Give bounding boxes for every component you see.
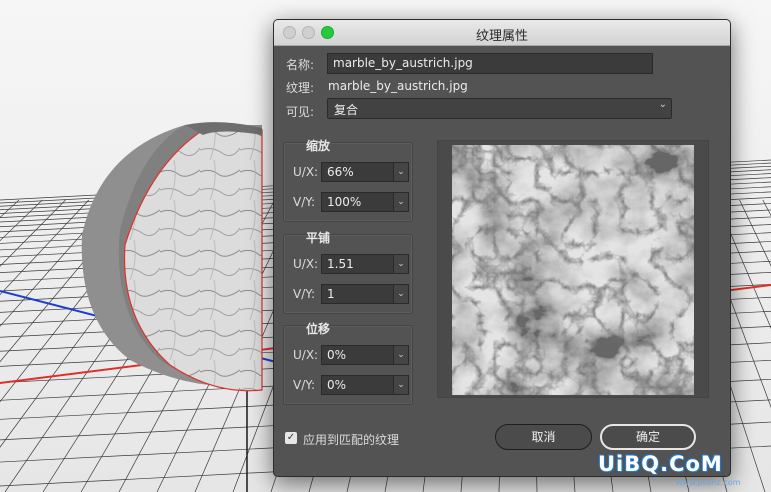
ok-button[interactable]: 确定 — [600, 424, 696, 450]
marble-texture-image — [452, 145, 694, 395]
offset-v-value: 0% — [327, 378, 347, 392]
scale-v-value: 100% — [327, 195, 362, 209]
site-watermark: UiBQ.CoM — [598, 452, 723, 476]
scale-v-label: V/Y: — [293, 195, 316, 209]
offset-v-label: V/Y: — [293, 378, 316, 392]
texture-preview — [437, 140, 709, 398]
chevron-down-icon[interactable]: ⌄ — [393, 255, 408, 273]
site-watermark-url: www.psahz.com — [676, 478, 741, 487]
offset-v-combo[interactable]: 0% ⌄ — [321, 375, 409, 395]
name-input[interactable]: marble_by_austrich.jpg — [327, 53, 653, 74]
apply-to-matching-checkbox[interactable]: ✓ — [285, 432, 297, 444]
tile-u-value: 1.51 — [327, 257, 354, 271]
scale-v-combo[interactable]: 100% ⌄ — [321, 192, 409, 212]
visible-select-value: 复合 — [334, 103, 359, 117]
texture-value: marble_by_austrich.jpg — [328, 79, 468, 93]
scale-group: 缩放 U/X: 66% ⌄ V/Y: 100% ⌄ — [283, 139, 413, 222]
scale-u-value: 66% — [327, 165, 354, 179]
chevron-down-icon[interactable]: ⌄ — [393, 346, 408, 364]
dialog-title: 纹理属性 — [475, 29, 528, 44]
tile-group: 平铺 U/X: 1.51 ⌄ V/Y: 1 ⌄ — [283, 231, 413, 314]
chevron-down-icon[interactable]: ⌄ — [393, 285, 408, 303]
cancel-button[interactable]: 取消 — [495, 424, 592, 450]
offset-u-label: U/X: — [293, 348, 319, 362]
chevron-down-icon: ⌄ — [658, 99, 667, 110]
apply-to-matching-label[interactable]: 应用到匹配的纹理 — [303, 431, 399, 448]
visible-select[interactable]: 复合 ⌄ — [327, 98, 672, 119]
tile-u-combo[interactable]: 1.51 ⌄ — [321, 254, 409, 274]
scale-u-combo[interactable]: 66% ⌄ — [321, 162, 409, 182]
offset-group: 位移 U/X: 0% ⌄ V/Y: 0% ⌄ — [283, 322, 413, 405]
tile-v-label: V/Y: — [293, 287, 316, 301]
tile-v-value: 1 — [327, 287, 335, 301]
scale-group-title: 缩放 — [306, 139, 331, 153]
texture-properties-dialog: 纹理属性 名称: marble_by_austrich.jpg 纹理: marb… — [273, 19, 731, 477]
offset-group-title: 位移 — [306, 322, 331, 336]
scale-u-label: U/X: — [293, 165, 319, 179]
tile-u-label: U/X: — [293, 257, 319, 271]
texture-label: 纹理: — [286, 81, 315, 95]
offset-u-value: 0% — [327, 348, 347, 362]
tile-group-title: 平铺 — [306, 231, 331, 245]
chevron-down-icon[interactable]: ⌄ — [393, 163, 408, 181]
visible-label: 可见: — [286, 105, 315, 119]
chevron-down-icon[interactable]: ⌄ — [393, 193, 408, 211]
name-label: 名称: — [286, 58, 315, 72]
title-bar[interactable]: 纹理属性 — [274, 20, 730, 46]
tile-v-combo[interactable]: 1 ⌄ — [321, 284, 409, 304]
chevron-down-icon[interactable]: ⌄ — [393, 376, 408, 394]
offset-u-combo[interactable]: 0% ⌄ — [321, 345, 409, 365]
